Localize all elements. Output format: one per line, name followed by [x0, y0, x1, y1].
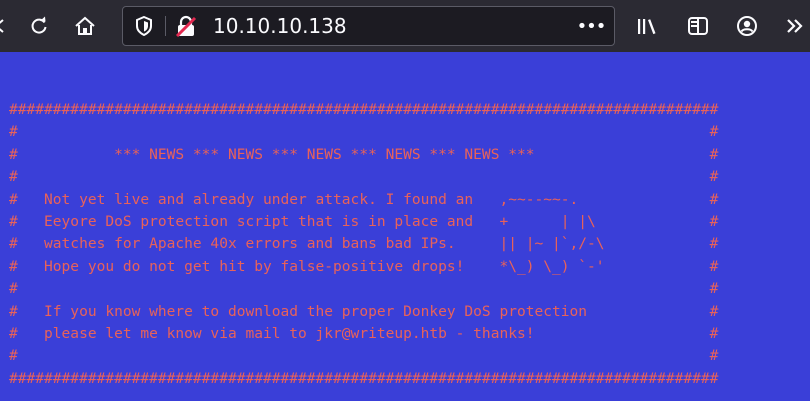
tracking-protection-button[interactable]	[133, 15, 155, 37]
account-button[interactable]	[730, 9, 764, 43]
page-content: ########################################…	[9, 99, 718, 390]
sidebar-button[interactable]	[681, 9, 715, 43]
url-bar[interactable]: 10.10.10.138 •••	[122, 6, 615, 46]
site-info-button[interactable]	[175, 15, 197, 38]
banner-line: # #	[9, 347, 719, 365]
page-actions-button[interactable]: •••	[576, 13, 607, 39]
library-icon	[638, 19, 656, 35]
sidebar-icon	[688, 17, 708, 35]
banner-line: # *** NEWS *** NEWS *** NEWS *** NEWS **…	[9, 145, 719, 163]
reload-icon	[31, 16, 47, 34]
banner-line: # Not yet live and already under attack.…	[9, 190, 719, 208]
banner-line: # Eeyore DoS protection script that is i…	[9, 212, 719, 230]
banner-line: # Hope you do not get hit by false-posit…	[9, 257, 719, 275]
overflow-chevron-icon	[787, 19, 803, 33]
library-button[interactable]	[630, 9, 664, 43]
account-icon	[737, 16, 757, 36]
banner-line: ########################################…	[9, 101, 719, 118]
banner-line: # If you know where to download the prop…	[9, 302, 719, 320]
banner-line: # please let me know via mail to jkr@wri…	[9, 324, 719, 342]
home-icon	[75, 16, 95, 35]
banner-line: # #	[9, 123, 719, 141]
url-text[interactable]: 10.10.10.138	[213, 14, 347, 38]
insecure-lock-icon	[175, 15, 197, 38]
reload-button[interactable]	[22, 9, 56, 43]
back-arrow-icon	[0, 19, 4, 33]
home-button[interactable]	[68, 9, 102, 43]
shield-icon	[136, 16, 152, 36]
banner-line: # watches for Apache 40x errors and bans…	[9, 235, 719, 253]
browser-toolbar: 10.10.10.138 •••	[0, 0, 810, 52]
url-separator	[165, 16, 166, 36]
back-button[interactable]	[0, 9, 17, 43]
overflow-menu-button[interactable]	[778, 9, 810, 43]
banner-line: # #	[9, 168, 719, 186]
banner-line: # #	[9, 280, 719, 298]
banner-line: ########################################…	[9, 369, 719, 387]
